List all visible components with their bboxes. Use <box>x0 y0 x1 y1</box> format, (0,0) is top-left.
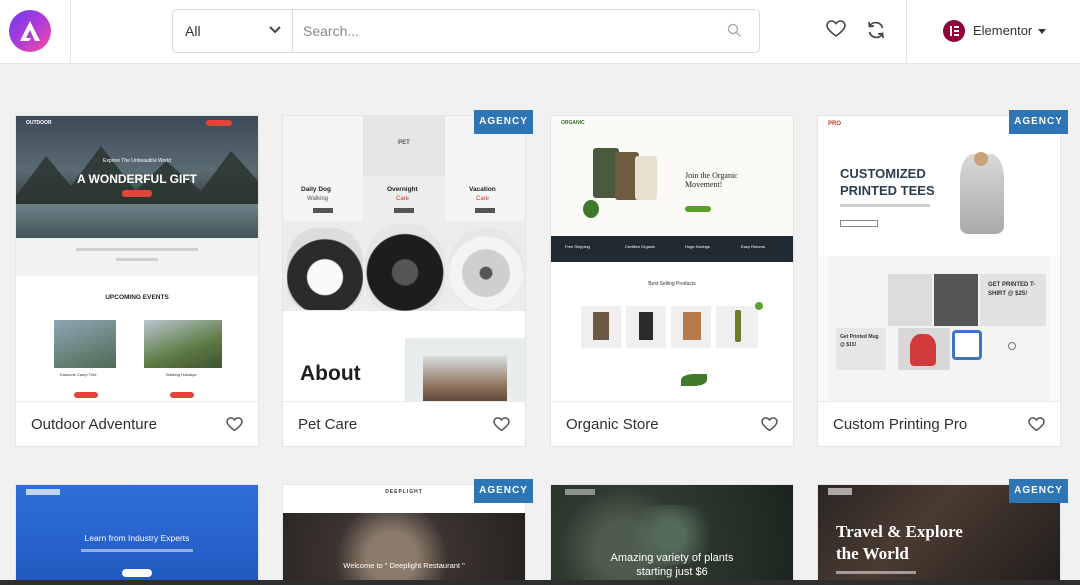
template-card-custom-printing-pro[interactable]: PRO CUSTOMIZED PRINTED TEES GET PRINTED … <box>817 110 1068 447</box>
agency-badge: AGENCY <box>474 110 533 134</box>
thumb-logo: PET <box>398 140 410 146</box>
heart-icon[interactable] <box>761 417 778 432</box>
template-thumbnail: Learn from Industry Experts <box>16 485 258 585</box>
template-thumbnail: OUTDOOR Explore The Unbeautiful World A … <box>16 116 258 401</box>
thumb-service-1b: Walking <box>307 196 329 202</box>
thumb-hero-title-2: Movement! <box>685 180 723 189</box>
sync-icon[interactable] <box>866 20 886 40</box>
thumb-service-1: Daily Dog <box>301 186 331 193</box>
card-title: Custom Printing Pro <box>833 416 968 433</box>
thumb-promo-1: GET PRINTED T- <box>988 282 1036 288</box>
thumb-service-2b: Care <box>396 196 410 202</box>
template-card-travel[interactable]: Travel & Explore the World AGENCY <box>817 479 1068 585</box>
filter-value: All <box>185 23 201 39</box>
thumb-hero-title-1: Join the Organic <box>685 171 738 180</box>
template-card-education[interactable]: Learn from Industry Experts <box>15 484 259 585</box>
thumb-hero-title-2: the World <box>836 544 909 563</box>
template-card-organic-store[interactable]: ORGANIC Join the Organic Movement! Free … <box>550 115 794 447</box>
thumb-feature-2: Certified Organic <box>625 244 656 249</box>
template-card-pet-care[interactable]: PET Daily Dog Walking Overnight Care Vac… <box>282 110 533 447</box>
account-name: Elementor <box>973 23 1033 38</box>
card-footer: Outdoor Adventure <box>16 401 258 446</box>
template-thumbnail: PRO CUSTOMIZED PRINTED TEES GET PRINTED … <box>818 116 1060 401</box>
thumb-event-2: Walking Holidays <box>166 372 197 377</box>
thumb-hero-title-1: Amazing variety of plants <box>610 552 734 564</box>
chevron-down-icon <box>269 26 281 34</box>
template-card-outdoor-adventure[interactable]: OUTDOOR Explore The Unbeautiful World A … <box>15 115 259 447</box>
astra-logo-icon[interactable] <box>9 10 51 52</box>
card-title: Pet Care <box>298 416 358 433</box>
card-footer: Pet Care <box>283 401 525 446</box>
thumb-section-title: Best Selling Products <box>648 281 696 287</box>
template-thumbnail: PET Daily Dog Walking Overnight Care Vac… <box>283 116 525 401</box>
heart-icon[interactable] <box>226 417 243 432</box>
thumb-logo: PRO <box>828 121 842 127</box>
thumb-about: About <box>300 362 361 385</box>
thumb-hero-title: Welcome to " Deeplight Restaurant " <box>343 561 465 570</box>
thumb-event-1: Kasonde Camp Trek <box>60 372 97 377</box>
thumb-hero-title-2: PRINTED TEES <box>840 183 935 198</box>
heart-icon[interactable] <box>826 20 846 38</box>
thumb-service-2: Overnight <box>387 186 418 193</box>
thumb-feature-4: Easy Returns <box>741 244 766 249</box>
heart-icon[interactable] <box>493 417 510 432</box>
template-card-plant-store[interactable]: Amazing variety of plants starting just … <box>550 484 794 585</box>
thumb-service-3b: Care <box>476 196 490 202</box>
card-footer: Custom Printing Pro <box>818 401 1060 446</box>
agency-badge: AGENCY <box>1009 479 1068 503</box>
heart-icon[interactable] <box>1028 417 1045 432</box>
card-footer: Organic Store <box>551 401 793 446</box>
thumb-hero-title: A WONDERFUL GIFT <box>77 172 197 186</box>
header-divider <box>906 0 907 64</box>
agency-badge: AGENCY <box>474 479 533 503</box>
search-icon[interactable] <box>727 23 742 38</box>
top-bar: All Elementor <box>0 0 1080 64</box>
thumb-hero-title-1: CUSTOMIZED <box>840 166 926 181</box>
thumb-service-3: Vacation <box>469 186 496 193</box>
thumb-feature-3: Huge Savings <box>685 244 710 249</box>
thumb-hero-title: Learn from Industry Experts <box>84 533 190 543</box>
thumb-promo-2: Get Printed Mug <box>840 334 879 340</box>
category-filter-select[interactable]: All <box>173 10 293 52</box>
elementor-icon <box>943 20 965 42</box>
logo-area <box>0 0 71 64</box>
template-thumbnail: ORGANIC Join the Organic Movement! Free … <box>551 116 793 401</box>
thumb-hero-kicker: Explore The Unbeautiful World <box>103 158 171 164</box>
thumb-feature-1: Free Shipping <box>565 244 590 249</box>
window-bottom-edge <box>0 580 1080 585</box>
agency-badge: AGENCY <box>1009 110 1068 134</box>
card-title: Outdoor Adventure <box>31 416 157 433</box>
thumb-logo: ORGANIC <box>561 120 585 126</box>
thumb-hero-title-1: Travel & Explore <box>836 522 963 541</box>
thumb-promo-2b: @ $15! <box>840 342 857 348</box>
thumb-section-title: UPCOMING EVENTS <box>105 294 169 301</box>
thumb-hero-title-2: starting just $6 <box>636 566 708 578</box>
template-card-deeplight-restaurant[interactable]: DEEPLIGHT Welcome to " Deeplight Restaur… <box>282 479 533 585</box>
template-thumbnail: Amazing variety of plants starting just … <box>551 485 793 585</box>
thumb-brand: OUTDOOR <box>26 120 52 126</box>
thumb-promo-1b: SHIRT @ $25! <box>988 291 1028 297</box>
search-input[interactable] <box>303 16 713 46</box>
caret-down-icon <box>1038 29 1046 34</box>
search-bar: All <box>172 9 760 53</box>
card-title: Organic Store <box>566 416 659 433</box>
